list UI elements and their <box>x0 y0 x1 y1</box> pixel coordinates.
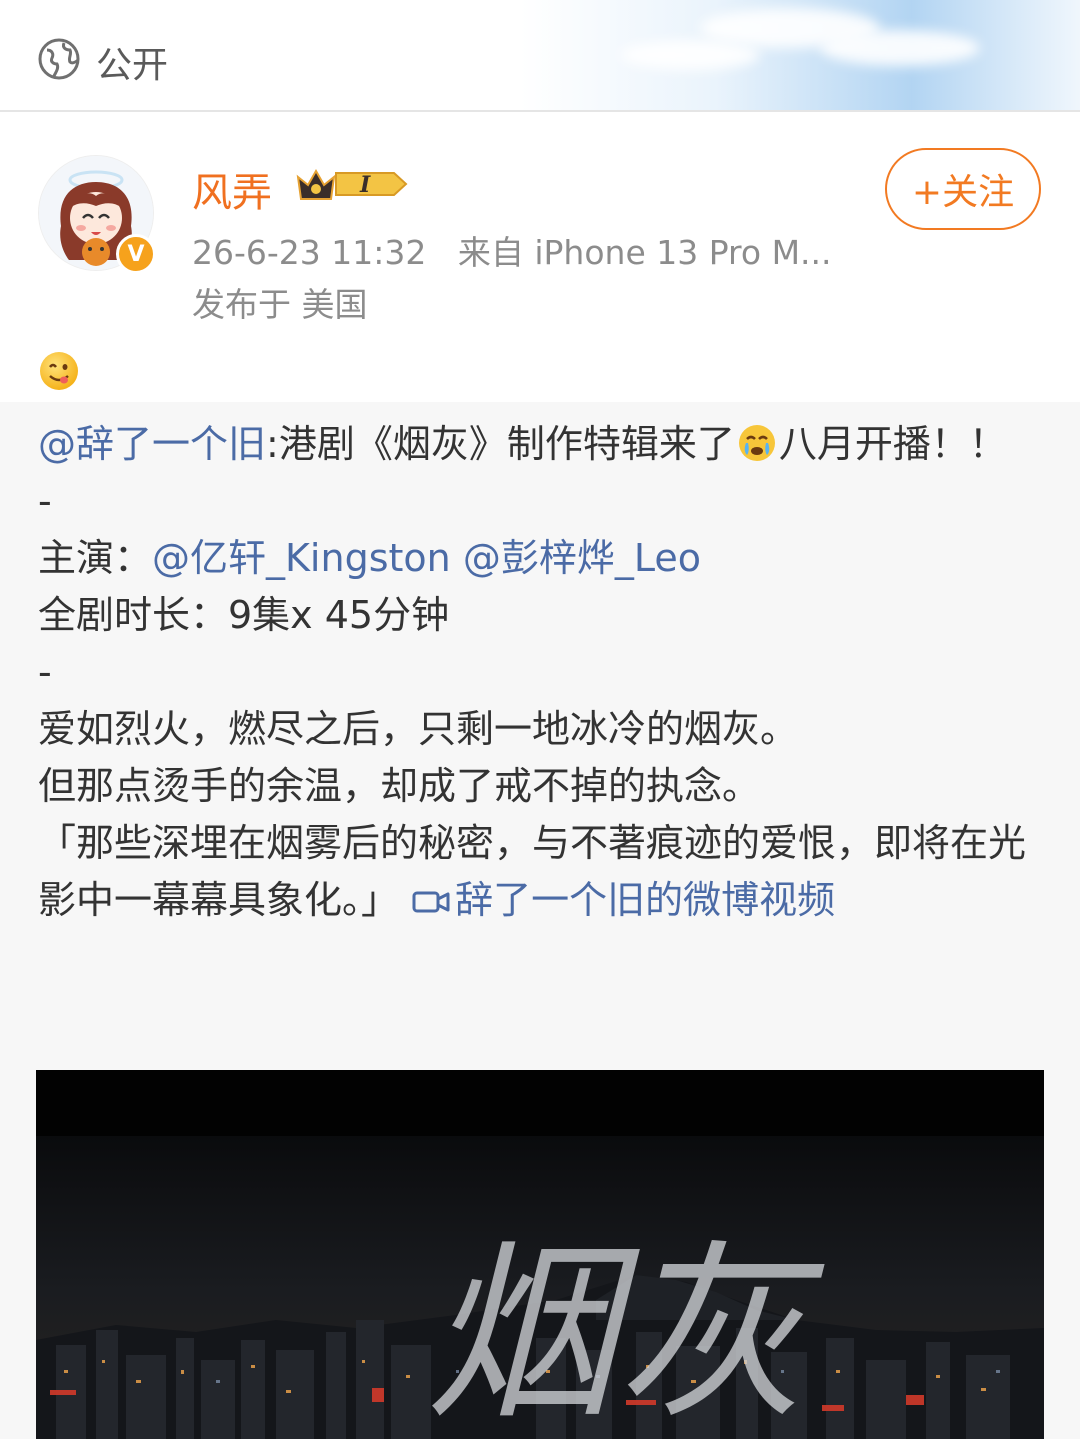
post-meta: 26-6-23 11:32 来自 iPhone 13 Pro M... <box>192 226 832 274</box>
repost-headline-tail: 八月开播！！ <box>778 422 1007 466</box>
video-thumbnail[interactable]: 烟灰 <box>36 1070 1044 1439</box>
video-link-label: 辞了一个旧的微博视频 <box>455 878 836 922</box>
video-thumbnail-image: 烟灰 <box>36 1070 1044 1439</box>
post-time: 26-6-23 11:32 <box>192 233 427 272</box>
vip-crown-badge-icon[interactable]: I <box>294 163 410 205</box>
cast-label: 主演： <box>38 536 153 580</box>
globe-icon <box>38 38 80 80</box>
video-camera-icon <box>412 891 450 913</box>
repost-headline: :港剧《烟灰》制作特辑来了 <box>266 422 735 466</box>
post-source: 来自 iPhone 13 Pro M... <box>457 233 832 272</box>
visibility-bar: 公开 <box>0 0 1080 112</box>
author-mention-link[interactable]: @辞了一个旧 <box>38 422 266 466</box>
body-line: 但那点烫手的余温，却成了戒不掉的执念。 <box>38 764 761 808</box>
cloud-decoration <box>820 30 980 66</box>
crying-emoji-icon <box>738 425 775 461</box>
separator: - <box>38 479 52 523</box>
body-line: 爱如烈火，燃尽之后，只剩一地冰冷的烟灰。 <box>38 707 799 751</box>
username[interactable]: 风弄 <box>192 160 272 218</box>
duration-text: 全剧时长：9集x 45分钟 <box>38 593 450 637</box>
verified-badge-icon: V <box>116 234 156 274</box>
svg-text:I: I <box>359 172 371 198</box>
video-link[interactable]: 辞了一个旧的微博视频 <box>411 878 835 922</box>
video-title-glyph: 烟灰 <box>426 1224 825 1439</box>
follow-button[interactable]: +关注 <box>885 148 1041 230</box>
cast-mention-link[interactable]: @亿轩_Kingston <box>152 536 451 580</box>
cloud-decoration <box>620 40 760 70</box>
repost-text: @辞了一个旧:港剧《烟灰》制作特辑来了 八月开播！！ - 主演：@亿轩_King… <box>38 416 1038 929</box>
visibility-label: 公开 <box>96 45 169 86</box>
cast-mention-link[interactable]: @彭梓烨_Leo <box>463 536 701 580</box>
separator: - <box>38 650 52 694</box>
smiley-tongue-emoji-icon <box>40 352 78 390</box>
post-location: 发布于 美国 <box>192 285 368 324</box>
